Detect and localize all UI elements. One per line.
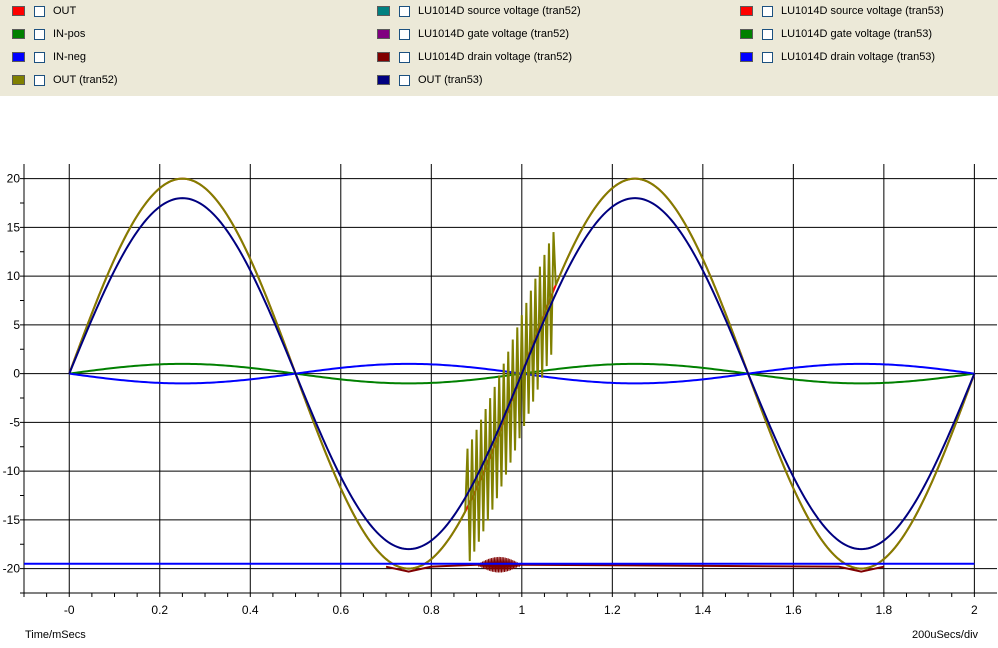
legend-checkbox[interactable]	[34, 74, 45, 86]
legend-item[interactable]: OUT	[12, 2, 76, 20]
legend-checkbox[interactable]	[34, 28, 45, 40]
x-tick-label: 1	[518, 603, 525, 617]
legend-label: LU1014D source voltage (tran52)	[418, 5, 581, 17]
y-tick-label: -20	[3, 562, 21, 576]
legend-label: LU1014D drain voltage (tran52)	[418, 51, 573, 63]
x-tick-label: 0.8	[423, 603, 440, 617]
y-tick-label: -15	[3, 513, 21, 527]
x-tick-label: 0.2	[151, 603, 168, 617]
legend-swatch	[740, 29, 753, 39]
x-tick-label: 1.8	[876, 603, 893, 617]
legend-swatch	[12, 6, 25, 16]
legend-checkbox[interactable]	[34, 51, 45, 63]
y-tick-label: 15	[7, 220, 21, 234]
x-tick-label: -0	[64, 603, 75, 617]
legend-label: OUT	[53, 5, 77, 17]
legend-item[interactable]: LU1014D gate voltage (tran52)	[377, 25, 569, 43]
legend-item[interactable]: IN-neg	[12, 48, 86, 66]
legend-checkbox[interactable]	[399, 28, 410, 40]
legend-swatch	[377, 6, 390, 16]
y-tick-label: 10	[7, 269, 21, 283]
legend-swatch	[12, 75, 25, 85]
legend-item[interactable]: OUT (tran52)	[12, 71, 118, 89]
x-axis-label: Time/mSecs	[25, 629, 86, 641]
legend-item[interactable]: LU1014D source voltage (tran53)	[740, 2, 944, 20]
legend-checkbox[interactable]	[399, 74, 410, 86]
legend-item[interactable]: LU1014D gate voltage (tran53)	[740, 25, 932, 43]
y-tick-label: 20	[7, 172, 21, 186]
legend-checkbox[interactable]	[762, 28, 773, 40]
waveform-chart: -0 0.2 0.4 0.6 0.8 1 1.2 1.4 1.6 1.8 2 20 15 10 5 0 -5 -1…	[3, 164, 997, 617]
legend-item[interactable]: LU1014D source voltage (tran52)	[377, 2, 581, 20]
x-tick-label: 2	[971, 603, 978, 617]
legend-swatch	[740, 6, 753, 16]
legend-item[interactable]: LU1014D drain voltage (tran52)	[377, 48, 572, 66]
legend-label: LU1014D gate voltage (tran53)	[781, 28, 933, 40]
x-tick-label: 1.4	[694, 603, 711, 617]
y-tick-label: -10	[3, 464, 21, 478]
legend-swatch	[12, 29, 25, 39]
plot-area	[24, 164, 997, 593]
legend-checkbox[interactable]	[399, 51, 410, 63]
legend-item[interactable]: OUT (tran53)	[377, 71, 483, 89]
legend-checkbox[interactable]	[762, 5, 773, 17]
legend-swatch	[377, 29, 390, 39]
y-tick-label: 5	[13, 318, 20, 332]
legend-label: IN-neg	[53, 51, 87, 63]
x-tick-label: 0.6	[332, 603, 349, 617]
legend-label: LU1014D gate voltage (tran52)	[418, 28, 570, 40]
y-tick-label: -5	[9, 415, 20, 429]
legend-checkbox[interactable]	[399, 5, 410, 17]
x-tick-label: 0.4	[242, 603, 259, 617]
legend-label: OUT (tran52)	[53, 74, 118, 86]
legend-item[interactable]: IN-pos	[12, 25, 85, 43]
legend-panel: OUT IN-pos IN-neg OUT (tran52) LU1014D sourc…	[0, 0, 998, 96]
legend-swatch	[12, 52, 25, 62]
legend-swatch	[377, 75, 390, 85]
scale-label: 200uSecs/div	[912, 629, 979, 641]
legend-label: IN-pos	[53, 28, 86, 40]
legend-label: LU1014D source voltage (tran53)	[781, 5, 944, 17]
legend-item[interactable]: LU1014D drain voltage (tran53)	[740, 48, 935, 66]
legend-swatch	[377, 52, 390, 62]
legend-swatch	[740, 52, 753, 62]
legend-checkbox[interactable]	[762, 51, 773, 63]
legend-label: OUT (tran53)	[418, 74, 483, 86]
x-tick-label: 1.6	[785, 603, 802, 617]
legend-checkbox[interactable]	[34, 5, 45, 17]
legend-label: LU1014D drain voltage (tran53)	[781, 51, 936, 63]
y-tick-label: 0	[13, 367, 20, 381]
x-tick-label: 1.2	[604, 603, 621, 617]
